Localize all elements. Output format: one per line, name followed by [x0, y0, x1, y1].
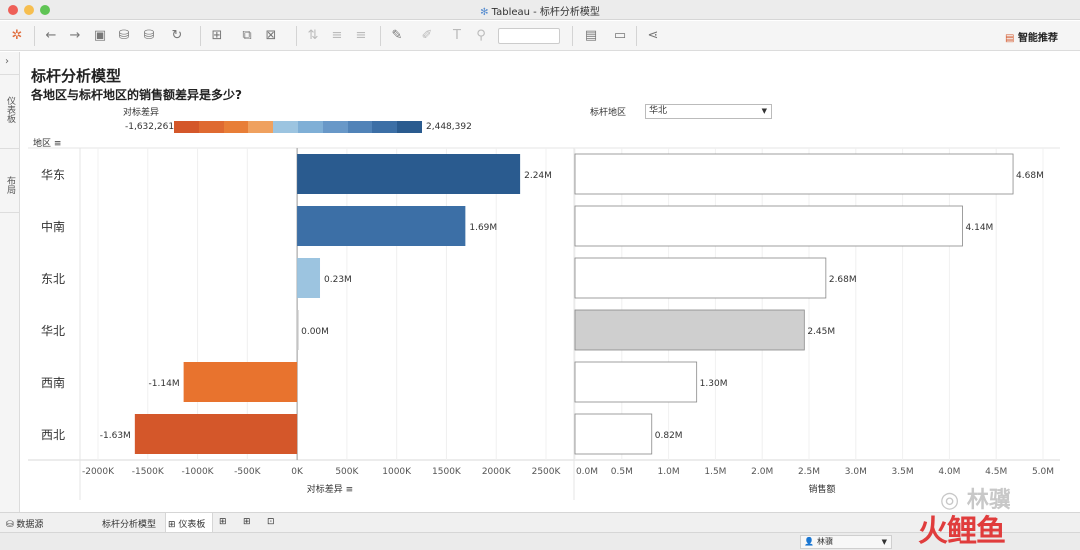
user-icon: 👤 [804, 537, 814, 546]
x-tick-label: 3.5M [892, 467, 914, 477]
difference-data-label: -1.63M [100, 431, 131, 441]
difference-data-label: 0.23M [324, 275, 352, 285]
brand-watermark-text: 火鲤鱼 [918, 514, 1006, 549]
difference-bar [297, 258, 321, 298]
x-tick-label: 1000K [382, 467, 412, 477]
x-tick-label: 4.5M [985, 467, 1007, 477]
sheet-tab[interactable]: 标杆分析模型 [102, 517, 156, 530]
user-name: 林骥 [817, 537, 833, 546]
difference-data-label: 0.00M [301, 327, 329, 337]
sales-bar [574, 309, 805, 351]
x-tick-label: -1000K [182, 467, 215, 477]
region-label: 中南 [41, 219, 65, 234]
brand-watermark: 火鲤鱼 [918, 506, 1006, 550]
dashboard-icon: ⊞ [168, 520, 176, 530]
sales-bar [574, 361, 698, 403]
difference-data-label: 1.69M [469, 223, 497, 233]
x-tick-label: -1500K [132, 467, 165, 477]
region-label: 西南 [41, 375, 65, 390]
x-tick-label: 0.5M [611, 467, 633, 477]
difference-data-label: -1.14M [149, 379, 180, 389]
region-label: 东北 [41, 272, 65, 286]
difference-bar [134, 414, 298, 454]
x-tick-label: 2500K [532, 467, 562, 477]
x-tick-label: 1.5M [704, 467, 726, 477]
sales-data-label: 1.30M [700, 379, 728, 389]
benchmark-chart: 华东中南东北华北西南西北 -2000K -1500K -1000K -500K 0K 500… [28, 147, 1060, 500]
dashboard-tab-label: 仪表板 [178, 520, 206, 530]
x-tick-label: 2000K [482, 467, 512, 477]
new-story-tab-icon[interactable]: ⊡ [267, 517, 275, 527]
sales-bar [574, 205, 963, 247]
difference-bar [183, 362, 298, 402]
region-label: 西北 [41, 428, 65, 442]
database-icon: ⛁ [6, 520, 14, 530]
sales-data-label: 0.82M [655, 431, 683, 441]
x-tick-label: 0.0M [576, 467, 598, 477]
sales-data-label: 4.68M [1016, 171, 1044, 181]
x-axis-title: 销售额 [808, 483, 835, 495]
dropdown-caret-icon: ▼ [881, 538, 887, 546]
datasource-tab-label: 数据源 [16, 520, 44, 530]
x-tick-label: 1.0M [658, 467, 680, 477]
new-worksheet-tab-icon[interactable]: ⊞ [219, 517, 227, 527]
difference-bar [297, 310, 299, 350]
sales-bar [574, 153, 1014, 195]
difference-bar [297, 154, 521, 194]
x-tick-label: 500K [335, 467, 359, 477]
sales-data-label: 4.14M [966, 223, 994, 233]
region-label: 华北 [41, 324, 65, 338]
x-tick-label: 1500K [432, 467, 462, 477]
sales-data-label: 2.68M [829, 275, 857, 285]
user-menu[interactable]: 👤 林骥 ▼ [800, 535, 892, 549]
x-tick-label: 0K [291, 467, 304, 477]
x-tick-label: 5.0M [1032, 467, 1054, 477]
x-tick-label: 3.0M [845, 467, 867, 477]
x-tick-label: -2000K [82, 467, 115, 477]
sales-bar [574, 413, 653, 455]
dashboard-tab[interactable]: ⊞ 仪表板 [168, 517, 205, 530]
difference-data-label: 2.24M [524, 171, 552, 181]
x-axis-title: 对标差异 ≡ [307, 483, 353, 495]
x-tick-label: 4.0M [938, 467, 960, 477]
x-tick-label: 2.5M [798, 467, 820, 477]
sales-bar [574, 257, 827, 299]
x-tick-label: -500K [234, 467, 261, 477]
difference-bar [297, 206, 466, 246]
datasource-tab[interactable]: ⛁ 数据源 [6, 517, 43, 530]
sales-data-label: 2.45M [807, 327, 835, 337]
x-tick-label: 2.0M [751, 467, 773, 477]
new-dashboard-tab-icon[interactable]: ⊞ [243, 517, 251, 527]
region-label: 华东 [41, 168, 65, 182]
